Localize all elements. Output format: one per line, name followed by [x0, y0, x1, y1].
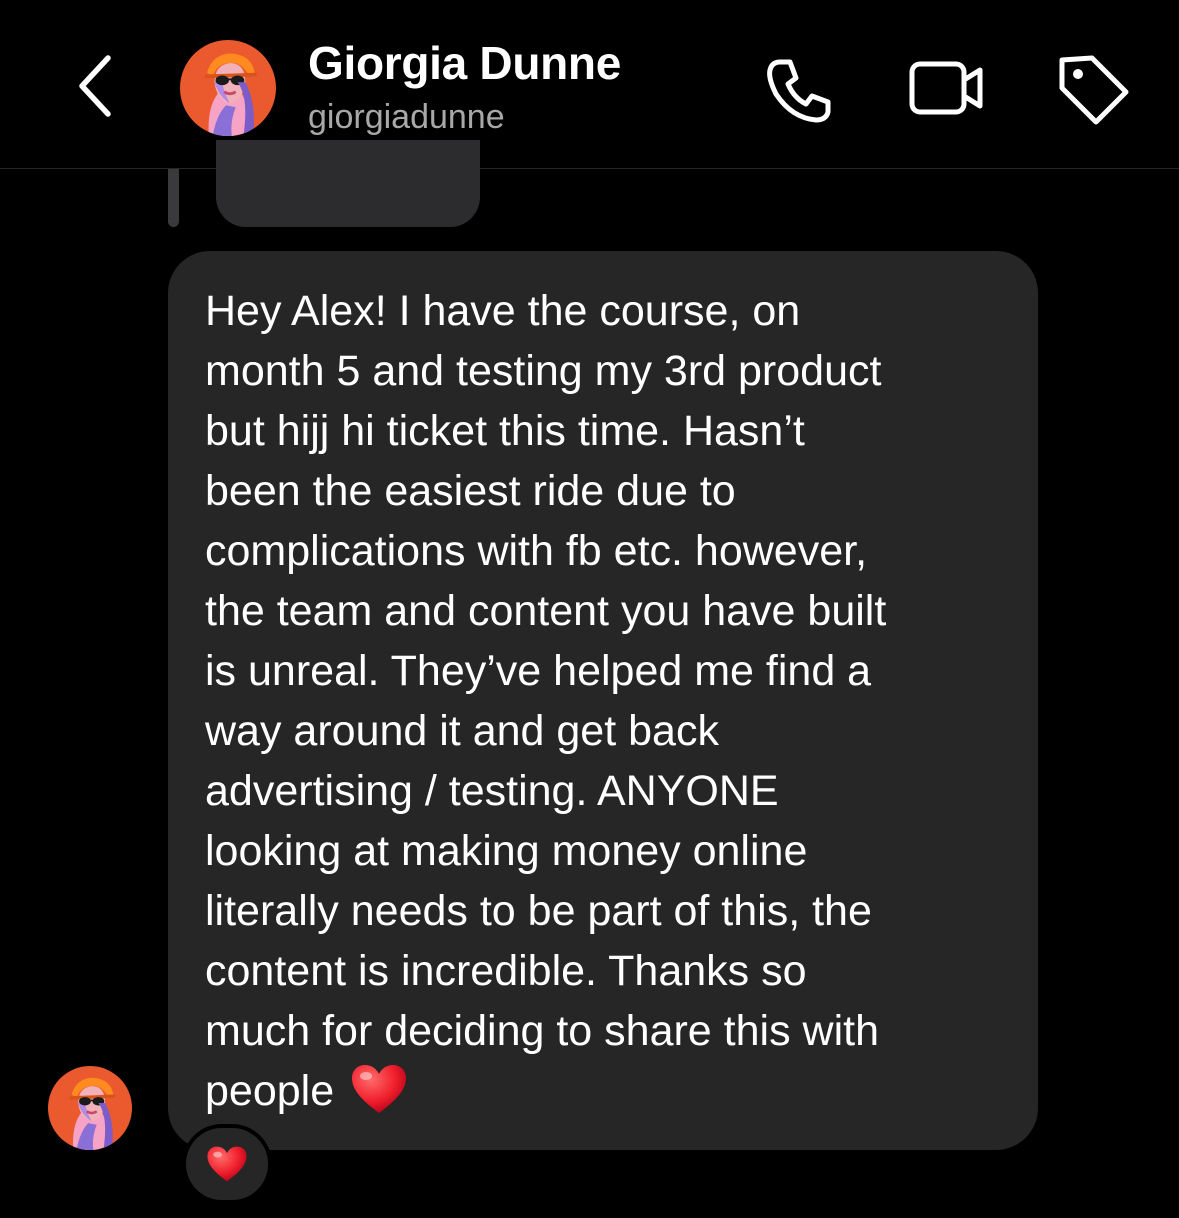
- tag-button[interactable]: [1052, 48, 1136, 128]
- video-call-button[interactable]: [902, 48, 992, 128]
- reply-indicator-bar: [168, 169, 179, 227]
- chevron-left-icon: [79, 55, 111, 117]
- red-heart-emoji-icon: [352, 1065, 407, 1113]
- call-button[interactable]: [758, 48, 838, 128]
- sender-avatar[interactable]: [48, 1066, 132, 1150]
- contact-name[interactable]: Giorgia Dunne: [308, 36, 621, 90]
- message-text: Hey Alex! I have the course, on month 5 …: [205, 287, 887, 1115]
- contact-handle[interactable]: giorgiadunne: [308, 98, 505, 137]
- tag-icon: [1059, 55, 1129, 125]
- video-camera-icon: [909, 61, 983, 115]
- phone-icon: [767, 59, 831, 123]
- previous-message-bubble[interactable]: [216, 140, 480, 227]
- chat-header: Giorgia Dunne giorgiadunne: [0, 0, 1179, 169]
- back-button[interactable]: [70, 50, 126, 120]
- red-heart-reaction-icon: [207, 1146, 247, 1182]
- reaction-badge[interactable]: [182, 1124, 272, 1204]
- message-bubble[interactable]: Hey Alex! I have the course, on month 5 …: [168, 251, 1038, 1150]
- avatar[interactable]: [180, 40, 276, 136]
